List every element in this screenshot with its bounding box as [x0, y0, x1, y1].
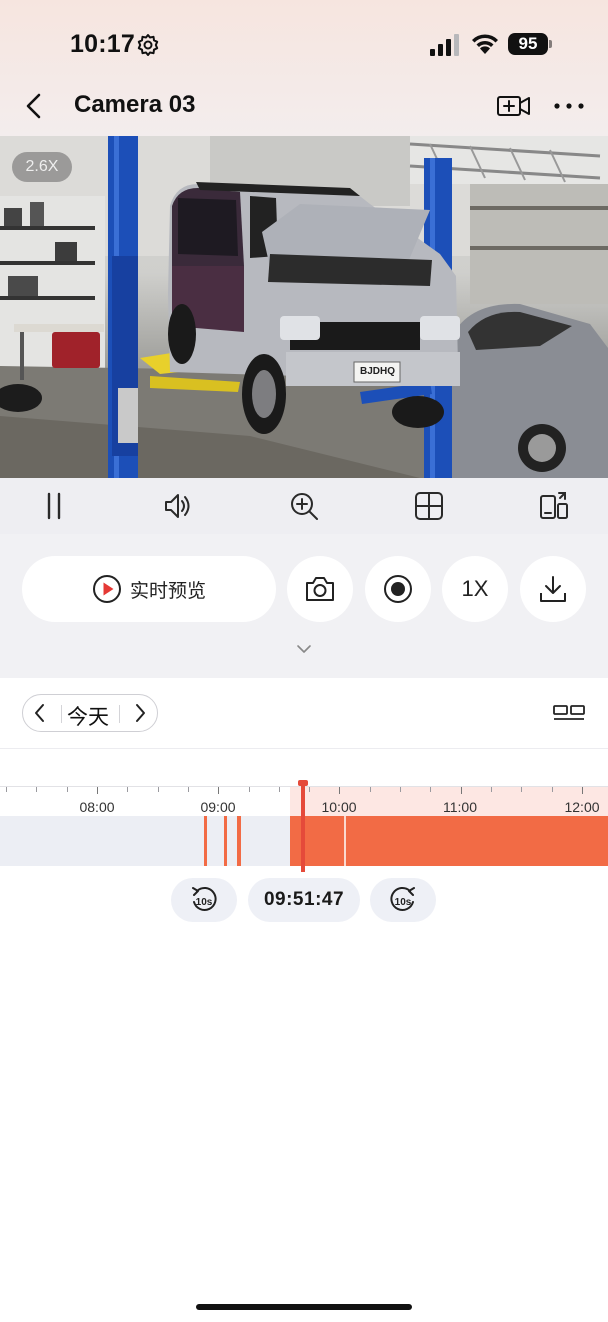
ruler-tick: [400, 787, 401, 792]
record-button[interactable]: [365, 556, 431, 622]
grid-layout-icon[interactable]: [413, 490, 445, 522]
rotate-screen-icon[interactable]: [538, 490, 570, 522]
playback-speed-button[interactable]: 1X: [442, 556, 508, 622]
ruler-tick: [370, 787, 371, 792]
camera-video-feed[interactable]: BJDHQ 2.6X: [0, 136, 608, 478]
playback-controls: 实时预览 1X: [0, 534, 608, 678]
hour-label: 10:00: [321, 799, 357, 815]
zoom-level-badge: 2.6X: [12, 152, 72, 182]
chevron-down-icon[interactable]: [296, 644, 312, 654]
add-camera-icon[interactable]: [496, 92, 532, 120]
status-time: 10:17: [70, 30, 135, 58]
ruler-tick: [188, 787, 189, 792]
divider: [0, 748, 608, 749]
battery-indicator: 95: [508, 33, 548, 55]
time-controls: 10s 09:51:47 10s: [0, 878, 608, 922]
day-divider: [119, 705, 120, 723]
gear-icon: [137, 34, 159, 56]
ruler-tick: [582, 787, 583, 794]
hour-label: 11:00: [443, 799, 477, 815]
back-icon[interactable]: [22, 92, 48, 120]
rewind-label: 10s: [196, 897, 213, 908]
ruler-tick: [309, 787, 310, 792]
ruler-tick: [249, 787, 250, 792]
ruler-tick: [461, 787, 462, 794]
ruler-tick: [158, 787, 159, 792]
ruler-tick: [218, 787, 219, 794]
chevron-right-icon[interactable]: [133, 703, 147, 723]
ruler-tick: [491, 787, 492, 792]
player-toolbar: [0, 478, 608, 534]
rewind-icon: 10s: [192, 886, 217, 911]
hour-label: 08:00: [79, 799, 115, 815]
ruler-tick: [36, 787, 37, 792]
recording-segment: [204, 816, 207, 866]
snapshot-button[interactable]: [287, 556, 353, 622]
camera-icon: [306, 577, 334, 601]
live-preview-label: 实时预览: [129, 580, 206, 602]
ruler-tick: [521, 787, 522, 792]
ruler-tick: [430, 787, 431, 792]
day-selector: 今天: [22, 694, 158, 732]
camera-scene: [0, 136, 608, 478]
status-bar: 10:17 95: [0, 0, 608, 90]
cellular-signal-icon: [430, 34, 459, 56]
rewind-10s-button[interactable]: 10s: [171, 878, 237, 922]
chevron-left-icon[interactable]: [33, 703, 47, 723]
forward-icon: 10s: [390, 886, 415, 911]
recording-segment: [224, 816, 227, 866]
timeline-panel: 今天 08:00 09:00 10:00 11:00 12:00 10s 09:…: [0, 678, 608, 1322]
battery-nub: [549, 40, 552, 48]
forward-10s-button[interactable]: 10s: [370, 878, 436, 922]
view-toggle-icon[interactable]: [552, 700, 586, 724]
recording-segment: [290, 816, 344, 866]
recording-segment: [237, 816, 241, 866]
hour-label: 12:00: [564, 799, 600, 815]
recording-timeline[interactable]: 08:00 09:00 10:00 11:00 12:00: [0, 780, 608, 872]
ruler-tick: [97, 787, 98, 794]
zoom-in-icon[interactable]: [288, 490, 320, 522]
ruler-tick: [339, 787, 340, 794]
live-preview-button[interactable]: 实时预览: [22, 556, 276, 622]
day-label[interactable]: 今天: [67, 701, 109, 731]
download-button[interactable]: [520, 556, 586, 622]
nav-bar: Camera 03: [0, 80, 608, 130]
ruler-tick: [279, 787, 280, 792]
ruler-tick: [6, 787, 7, 792]
ruler-tick: [67, 787, 68, 792]
wifi-icon: [472, 34, 498, 54]
pause-icon[interactable]: [38, 490, 70, 522]
playback-speed-label: 1X: [461, 576, 489, 601]
forward-label: 10s: [395, 897, 412, 908]
page-title: Camera 03: [74, 91, 196, 118]
more-icon[interactable]: [552, 92, 586, 120]
day-divider: [61, 705, 62, 723]
home-indicator: [196, 1304, 412, 1310]
current-time-display: 09:51:47: [248, 878, 360, 922]
ruler-tick: [127, 787, 128, 792]
speaker-icon[interactable]: [162, 490, 194, 522]
license-plate-text: BJDHQ: [360, 366, 396, 377]
play-circle-icon: [92, 575, 121, 603]
recording-segment: [346, 816, 608, 866]
ruler-tick: [552, 787, 553, 792]
playhead[interactable]: [301, 782, 305, 872]
hour-label: 09:00: [200, 799, 236, 815]
record-icon: [384, 575, 412, 603]
download-icon: [540, 576, 566, 602]
